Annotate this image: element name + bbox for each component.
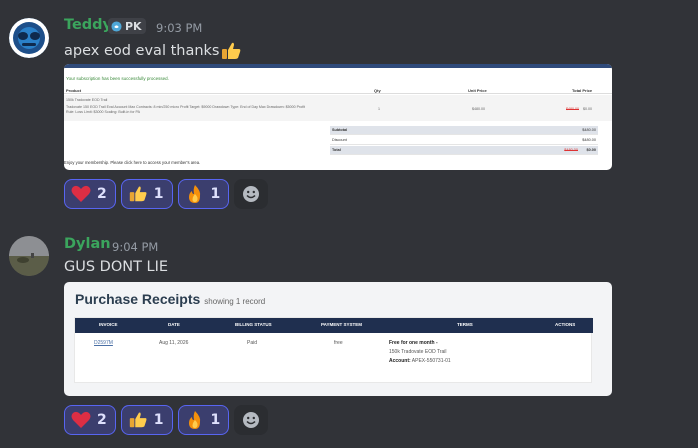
reaction-thumbs-up[interactable]: 1 [120, 179, 173, 209]
reaction-heart[interactable]: 2 [64, 179, 116, 209]
reaction-count: 2 [97, 186, 107, 202]
receipt-success-text: Your subscription has been successfully … [66, 76, 169, 81]
col-actions: ACTIONS [555, 322, 576, 327]
avatar[interactable] [9, 18, 49, 58]
thumbs-up-icon [129, 412, 147, 428]
receipt-subtotal: Subtotal $480.00 [330, 126, 598, 135]
username[interactable]: Dylan [64, 236, 111, 252]
receipt-product-row: 150k Tradovate EOD Trail Tradovate 150 E… [64, 95, 612, 121]
billing-status: Paid [247, 340, 258, 346]
receipt-unit-price: $480.00 [472, 107, 485, 111]
guild-tag-icon [111, 20, 122, 32]
timestamp: 9:03 PM [156, 21, 203, 35]
fire-icon [188, 411, 200, 429]
add-reaction-button[interactable] [234, 405, 269, 435]
invoice-link[interactable]: D2597M [94, 340, 113, 346]
guild-tag[interactable]: PK [108, 18, 146, 34]
reactions-bar: 2 1 1 [64, 179, 269, 209]
receipt-old-price: $480.00 [566, 107, 579, 111]
receipt-col-qty: Qty [374, 88, 381, 93]
terms-title: Free for one month - [389, 340, 438, 346]
reaction-count: 1 [210, 412, 221, 428]
reaction-heart[interactable]: 2 [64, 405, 116, 435]
invoice-date: Aug 11, 2026 [159, 340, 189, 346]
message-content: GUS DONT LIE [64, 259, 168, 275]
col-terms: TERMS [457, 322, 473, 327]
guild-tag-text: PK [125, 19, 142, 33]
receipt-header-row: Product Qty Unit Price Total Price [64, 86, 612, 94]
receipt-col-unit: Unit Price [468, 88, 487, 93]
receipt-product-desc: Tradovate 150 EOD Trail Eval Account Max… [66, 105, 306, 114]
message-text: apex eod eval thanks [64, 43, 220, 59]
reaction-count: 1 [153, 412, 164, 428]
reaction-count: 1 [153, 186, 164, 202]
terms-product: 150k Tradovate EOD Trail [389, 349, 447, 355]
reaction-fire[interactable]: 1 [177, 405, 230, 435]
receipt-product-name: 150k Tradovate EOD Trail [66, 98, 108, 102]
reaction-fire[interactable]: 1 [177, 179, 230, 209]
message-content: apex eod eval thanks [64, 40, 242, 62]
message-teddy: Teddy PK 9:03 PM apex eod eval thanks Yo… [0, 0, 698, 215]
receipt-total: Total $480.00 $0.00 [330, 146, 598, 155]
heart-icon [71, 411, 91, 428]
receipt-discount: Discount $480.00 [330, 136, 598, 145]
reaction-count: 2 [97, 412, 107, 428]
receipt-qty: 1 [378, 107, 380, 111]
avatar-image [9, 18, 49, 58]
col-payment-system: PAYMENT SYSTEM [321, 322, 363, 327]
message-text: GUS DONT LIE [64, 259, 169, 275]
thumbs-up-icon [222, 42, 241, 59]
receipt-new-price: $0.00 [583, 107, 592, 111]
reactions-bar: 2 1 1 [64, 405, 269, 435]
reaction-count: 1 [210, 186, 221, 202]
add-reaction-icon [243, 186, 260, 202]
receipt-table: INVOICE DATE BILLING STATUS PAYMENT SYST… [74, 317, 593, 383]
receipt-footer-text: Enjoy your membership. Please click here… [64, 160, 201, 165]
receipt-topbar [64, 64, 612, 68]
thumbs-up-icon [129, 186, 147, 202]
receipt-col-total: Total Price [572, 88, 593, 93]
receipt-subtitle: showing 1 record [204, 297, 266, 306]
col-date: DATE [168, 322, 180, 327]
avatar-image [9, 236, 49, 276]
avatar[interactable] [9, 236, 49, 276]
add-reaction-button[interactable] [234, 179, 269, 209]
col-billing-status: BILLING STATUS [235, 322, 272, 327]
username[interactable]: Teddy [64, 17, 112, 33]
receipt-title: Purchase Receipts showing 1 record [75, 291, 266, 307]
receipt-table-header: INVOICE DATE BILLING STATUS PAYMENT SYST… [75, 318, 593, 333]
col-invoice: INVOICE [99, 322, 118, 327]
add-reaction-icon [243, 412, 260, 428]
receipt-image-1[interactable]: Your subscription has been successfully … [64, 64, 612, 170]
message-dylan: Dylan 9:04 PM GUS DONT LIE Purchase Rece… [0, 215, 698, 448]
heart-icon [71, 185, 91, 202]
receipt-col-product: Product [66, 88, 82, 93]
reaction-thumbs-up[interactable]: 1 [120, 405, 173, 435]
payment-system: free [334, 340, 343, 346]
terms-account: Account: APEX-550731-01 [389, 358, 451, 364]
fire-icon [188, 185, 200, 203]
timestamp: 9:04 PM [112, 240, 159, 254]
receipt-image-2[interactable]: Purchase Receipts showing 1 record INVOIC… [64, 282, 612, 396]
